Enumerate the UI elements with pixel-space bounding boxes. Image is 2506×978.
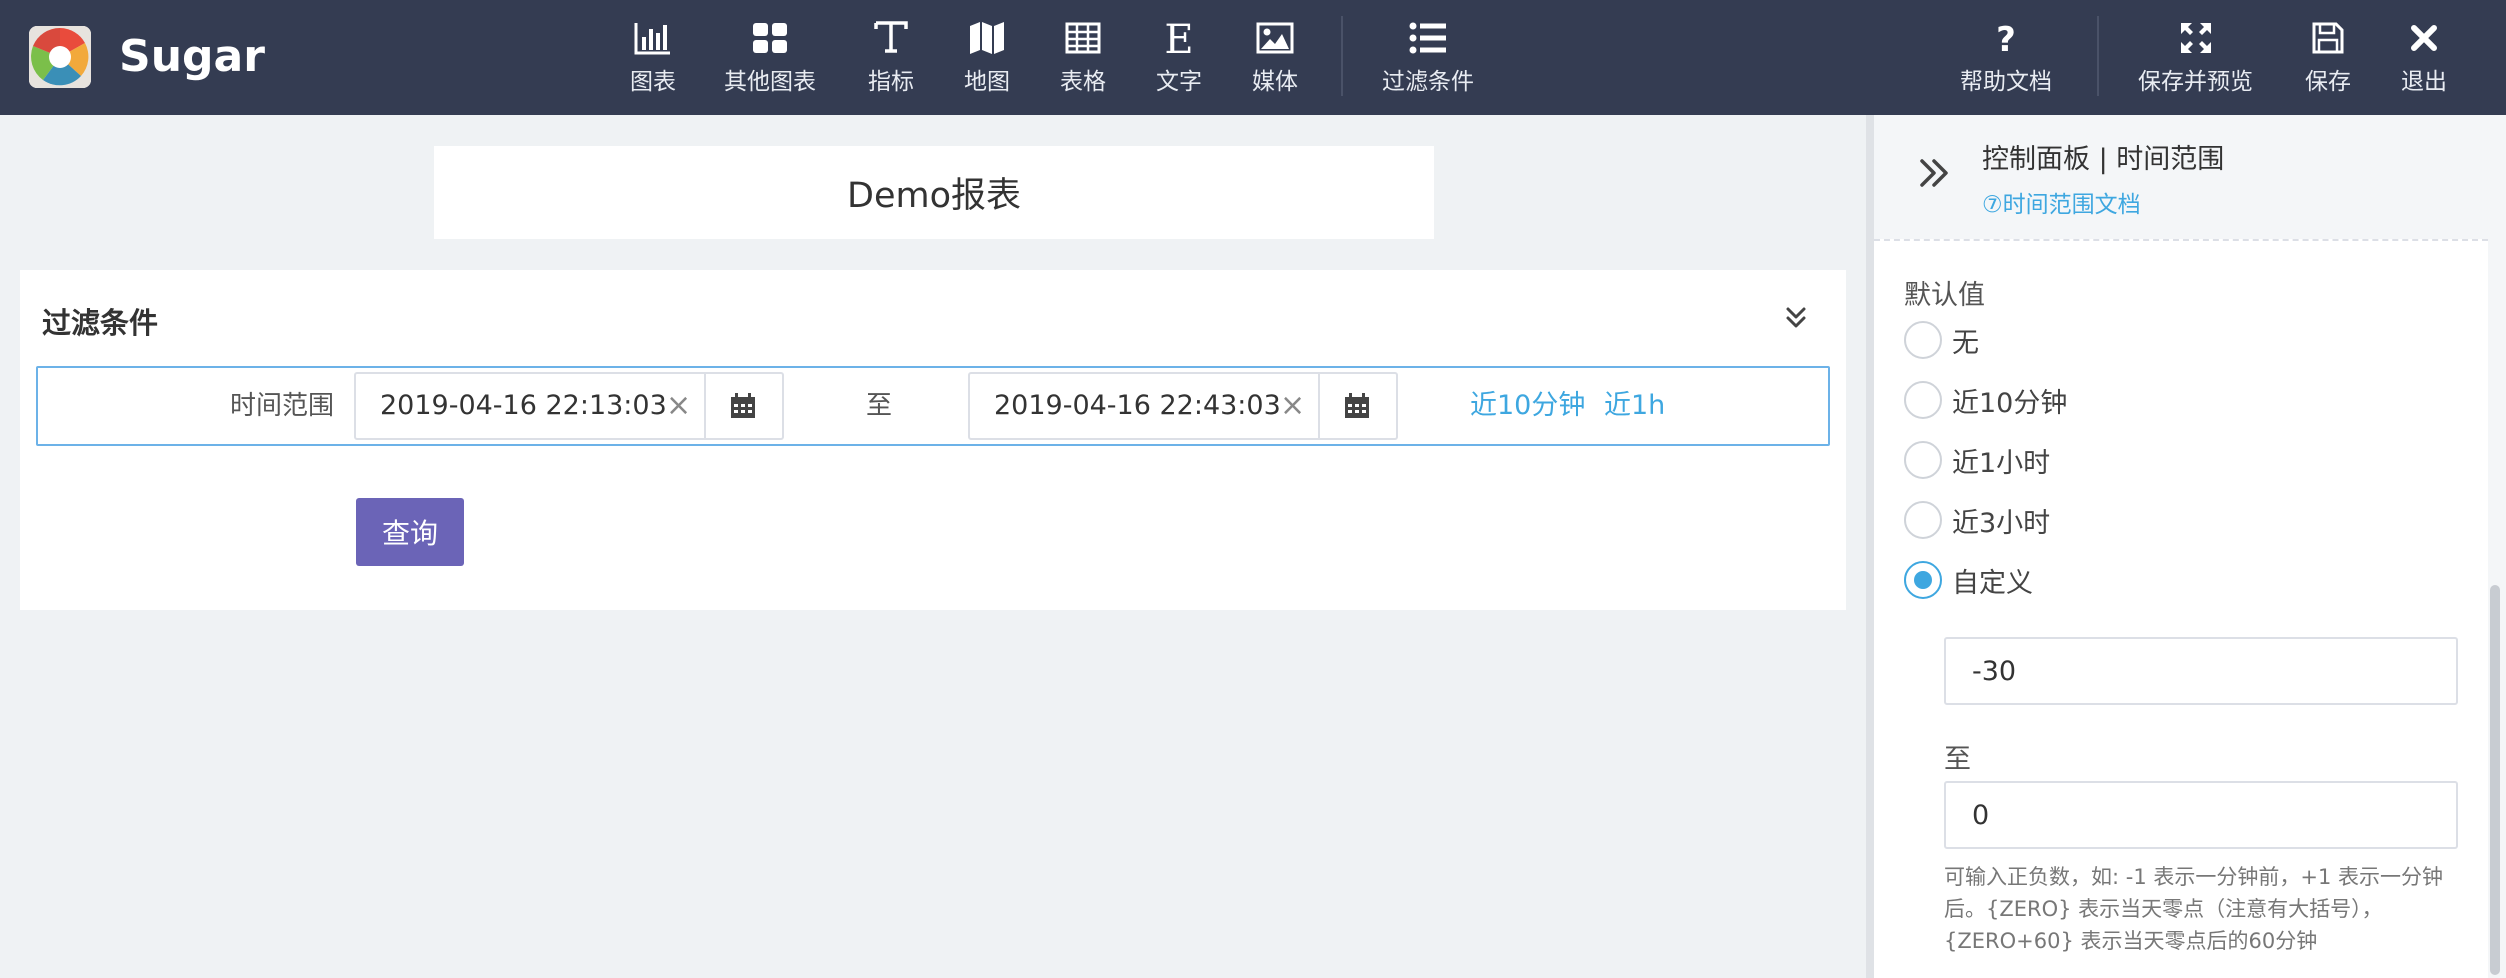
toolbar-help-label: 帮助文档 <box>1960 69 2052 95</box>
radio-option-1h[interactable]: 近1小时 <box>1904 437 2324 483</box>
end-date-value: 2019-04-16 22:43:03 <box>994 390 1281 421</box>
radio-label: 自定义 <box>1952 567 2033 599</box>
filter-panel: 过滤条件 时间范围 2019-04-16 22:13:03 × 至 2019-0… <box>20 270 1846 610</box>
list-icon <box>1408 18 1448 58</box>
panel-divider[interactable] <box>1866 115 1874 978</box>
toolbar-divider-right <box>2097 16 2099 96</box>
quick-range-1h-link[interactable]: 近1h <box>1604 368 1665 444</box>
radio-circle[interactable] <box>1904 381 1942 419</box>
toolbar-filter-label: 过滤条件 <box>1382 69 1474 95</box>
toolbar-metric-label: 指标 <box>868 69 914 95</box>
text-metric-icon <box>871 18 911 58</box>
panel-body: 默认值 无 近10分钟 近1小时 近3小时 自定义 至 可输入正负数，如: -1… <box>1874 239 2488 978</box>
toolbar-save-button[interactable]: 保存 <box>2305 18 2351 98</box>
svg-text:?: ? <box>1996 21 2016 55</box>
calendar-icon[interactable] <box>704 374 780 438</box>
filter-title: 过滤条件 <box>42 306 159 340</box>
radio-label: 无 <box>1952 327 1979 359</box>
toolbar-metric-button[interactable]: 指标 <box>868 18 914 98</box>
table-icon <box>1063 18 1103 58</box>
toolbar-chart-button[interactable]: 图表 <box>630 18 676 98</box>
custom-help-text: 可输入正负数，如: -1 表示一分钟前，+1 表示一分钟后。{ZERO} 表示当… <box>1944 865 2443 953</box>
bar-chart-icon <box>633 18 673 58</box>
map-icon <box>967 18 1007 58</box>
toolbar-text-label: 文字 <box>1156 69 1202 95</box>
clear-end-icon[interactable]: × <box>1280 374 1305 438</box>
custom-to-label: 至 <box>1944 744 1971 775</box>
time-range-label: 时间范围 <box>230 391 335 421</box>
toolbar-save-label: 保存 <box>2305 69 2351 95</box>
time-range-doc-link[interactable]: ⑦时间范围文档 <box>1982 185 2141 219</box>
custom-start-input[interactable] <box>1944 637 2458 705</box>
sugar-logo-icon <box>29 26 91 88</box>
toolbar-divider <box>1341 16 1343 96</box>
toolbar-text-button[interactable]: E 文字 <box>1156 18 1202 98</box>
expand-icon <box>2176 18 2216 58</box>
toolbar-media-label: 媒体 <box>1252 69 1298 95</box>
calendar-icon[interactable] <box>1318 374 1394 438</box>
toolbar-help-button[interactable]: ? 帮助文档 <box>1960 18 2052 98</box>
quick-range-10min-link[interactable]: 近10分钟 <box>1470 368 1585 444</box>
report-title: Demo报表 <box>847 176 1021 216</box>
toolbar-exit-button[interactable]: 退出 <box>2401 18 2447 98</box>
text-icon: E <box>1159 18 1199 58</box>
panel-title: 控制面板 | 时间范围 <box>1982 144 2225 175</box>
radio-circle-selected[interactable] <box>1904 561 1942 599</box>
question-icon: ? <box>1986 18 2026 58</box>
toolbar-map-button[interactable]: 地图 <box>964 18 1010 98</box>
toolbar-save-preview-button[interactable]: 保存并预览 <box>2138 18 2253 98</box>
close-icon <box>2404 18 2444 58</box>
report-title-card[interactable]: Demo报表 <box>434 146 1434 239</box>
default-value-label: 默认值 <box>1904 280 1985 311</box>
chevron-double-right-icon[interactable] <box>1914 153 1954 193</box>
toolbar-exit-label: 退出 <box>2401 69 2447 95</box>
radio-option-3h[interactable]: 近3小时 <box>1904 497 2324 543</box>
start-date-input[interactable]: 2019-04-16 22:13:03 × <box>354 372 784 440</box>
radio-option-none[interactable]: 无 <box>1904 317 2324 363</box>
radio-circle[interactable] <box>1904 501 1942 539</box>
chevron-double-down-icon[interactable] <box>1780 302 1812 334</box>
range-to-label: 至 <box>866 391 893 421</box>
save-icon <box>2308 18 2348 58</box>
radio-option-custom[interactable]: 自定义 <box>1904 557 2324 603</box>
query-button[interactable]: 查询 <box>356 498 464 566</box>
radio-option-10min[interactable]: 近10分钟 <box>1904 377 2324 423</box>
end-date-input[interactable]: 2019-04-16 22:43:03 × <box>968 372 1398 440</box>
start-date-value: 2019-04-16 22:13:03 <box>380 390 667 421</box>
control-panel: 控制面板 | 时间范围 ⑦时间范围文档 默认值 无 近10分钟 近1小时 近3小… <box>1874 115 2506 978</box>
radio-label: 近10分钟 <box>1952 387 2068 419</box>
custom-end-input[interactable] <box>1944 781 2458 849</box>
app-name: Sugar <box>119 31 265 82</box>
grid-icon <box>750 18 790 58</box>
toolbar-table-label: 表格 <box>1060 69 1106 95</box>
time-range-filter-row: 时间范围 2019-04-16 22:13:03 × 至 2019-04-16 … <box>36 366 1830 446</box>
toolbar-other-charts-button[interactable]: 其他图表 <box>724 18 816 98</box>
radio-label: 近1小时 <box>1952 447 2051 479</box>
radio-label: 近3小时 <box>1952 507 2051 539</box>
toolbar-media-button[interactable]: 媒体 <box>1252 18 1298 98</box>
toolbar-filter-button[interactable]: 过滤条件 <box>1382 18 1474 98</box>
toolbar-map-label: 地图 <box>964 69 1010 95</box>
panel-scrollbar[interactable] <box>2490 585 2500 975</box>
toolbar-chart-label: 图表 <box>630 69 676 95</box>
top-toolbar: Sugar 图表 其他图表 指标 地图 表格 E 文字 媒体 过滤条件 ? 帮助… <box>0 0 2506 115</box>
toolbar-table-button[interactable]: 表格 <box>1060 18 1106 98</box>
clear-start-icon[interactable]: × <box>666 374 691 438</box>
radio-circle[interactable] <box>1904 441 1942 479</box>
toolbar-save-preview-label: 保存并预览 <box>2138 69 2253 95</box>
radio-circle[interactable] <box>1904 321 1942 359</box>
image-icon <box>1255 18 1295 58</box>
toolbar-other-charts-label: 其他图表 <box>724 69 816 95</box>
svg-text:E: E <box>1164 19 1193 57</box>
